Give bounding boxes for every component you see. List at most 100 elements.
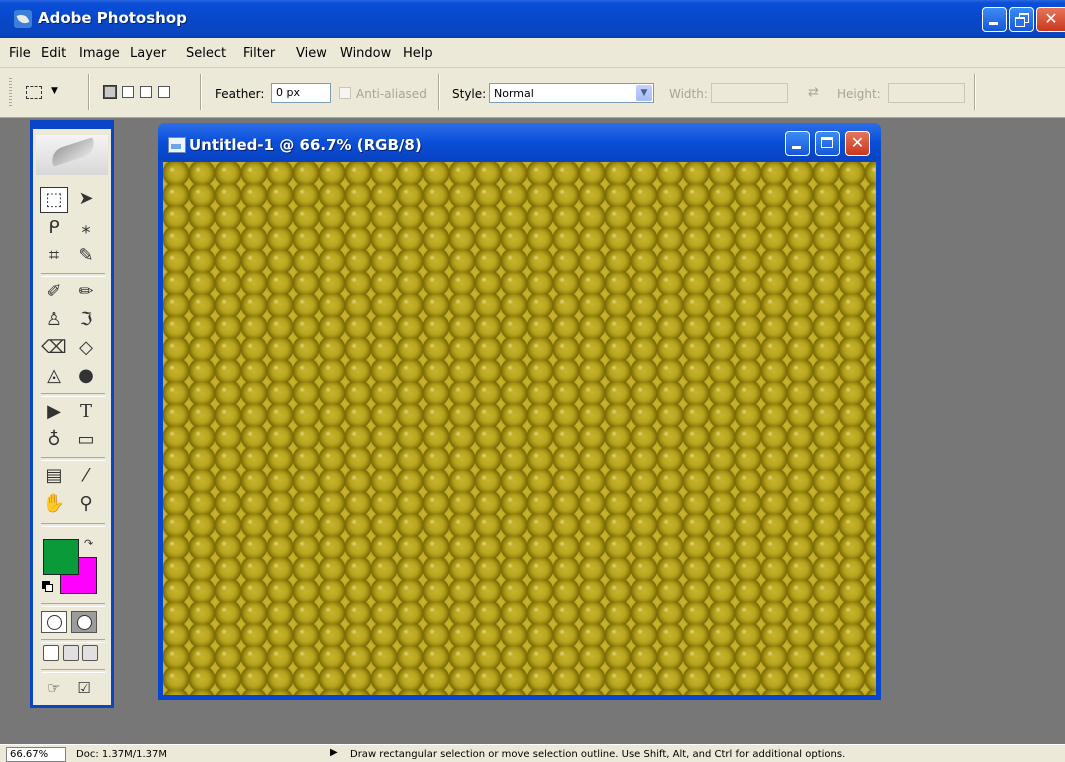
minimize-icon <box>792 146 801 149</box>
foreground-color-swatch[interactable] <box>43 539 79 575</box>
tool-preset-picker[interactable]: ▼ <box>22 82 72 104</box>
swap-colors-icon[interactable]: ↷ <box>84 537 93 550</box>
slice-icon[interactable]: ✎ <box>72 243 100 269</box>
jump-to-imageready-icon[interactable]: ☞ <box>40 675 68 701</box>
close-icon: ✕ <box>850 133 865 152</box>
divider <box>41 523 105 527</box>
feather-input[interactable]: 0 px <box>271 83 331 103</box>
menu-bar: File Edit Image Layer Select Filter View… <box>0 38 1065 68</box>
antialiased-checkbox[interactable] <box>339 87 351 99</box>
zoom-icon[interactable]: ⚲ <box>72 491 100 517</box>
paint-bucket-icon[interactable]: ◇ <box>72 335 100 361</box>
document-titlebar[interactable]: Untitled-1 @ 66.7% (RGB/8) ✕ <box>158 123 881 161</box>
brush-icon[interactable]: ✏ <box>72 279 100 305</box>
app-minimize-button[interactable] <box>982 7 1007 32</box>
close-icon: ✕ <box>1044 9 1058 28</box>
height-input[interactable] <box>888 83 965 103</box>
type-icon[interactable]: T <box>72 399 100 425</box>
standard-mode-button[interactable] <box>41 611 67 633</box>
divider <box>41 457 105 461</box>
clone-stamp-icon[interactable]: ♙ <box>40 307 68 333</box>
divider <box>200 74 202 110</box>
path-selection-icon[interactable]: ▶ <box>40 399 68 425</box>
subtract-from-selection-icon[interactable] <box>140 86 152 98</box>
photoshop-logo-icon <box>14 10 32 28</box>
options-bar: ▼ Feather: 0 px Anti-aliased Style: Norm… <box>0 68 1065 118</box>
standard-screen-mode-icon[interactable] <box>43 645 59 661</box>
imageready-check-icon[interactable]: ☑ <box>70 675 98 701</box>
eraser-icon[interactable]: ⌫ <box>40 335 68 361</box>
status-menu-icon[interactable]: ▶ <box>330 747 338 758</box>
blur-icon[interactable]: ◬ <box>40 363 68 389</box>
full-screen-menu-mode-icon[interactable] <box>63 645 79 661</box>
menu-layer[interactable]: Layer <box>130 46 166 61</box>
menu-file[interactable]: File <box>9 46 31 61</box>
document-icon <box>168 137 186 153</box>
menu-image[interactable]: Image <box>79 46 120 61</box>
style-select[interactable]: Normal ▼ <box>489 83 654 103</box>
move-icon[interactable]: ➤ <box>72 186 100 212</box>
image-canvas[interactable] <box>163 162 876 695</box>
menu-edit[interactable]: Edit <box>41 46 66 61</box>
dodge-icon[interactable]: ● <box>72 363 100 389</box>
document-title: Untitled-1 @ 66.7% (RGB/8) <box>189 136 422 154</box>
width-label: Width: <box>669 87 708 101</box>
new-selection-icon[interactable] <box>103 85 117 99</box>
standard-mode-icon <box>47 615 62 630</box>
rectangle-shape-icon[interactable]: ▭ <box>72 427 100 453</box>
swap-dimensions-icon[interactable]: ⇄ <box>808 85 819 100</box>
document-close-button[interactable]: ✕ <box>845 131 870 156</box>
menu-select[interactable]: Select <box>186 46 226 61</box>
marquee-preset-icon <box>26 86 42 99</box>
divider <box>41 393 105 397</box>
rectangular-marquee-icon[interactable]: ⬚ <box>40 187 68 213</box>
toolbox-header[interactable] <box>36 135 108 175</box>
crop-icon[interactable]: ⌗ <box>40 243 68 269</box>
app-titlebar: Adobe Photoshop ✕ <box>0 0 1065 38</box>
divider <box>41 603 105 607</box>
document-window: Untitled-1 @ 66.7% (RGB/8) ✕ <box>158 123 881 700</box>
default-colors-icon[interactable] <box>42 581 53 592</box>
maximize-icon <box>821 137 833 148</box>
hand-icon[interactable]: ✋ <box>40 491 68 517</box>
status-bar: 66.67% Doc: 1.37M/1.37M ▶ Draw rectangul… <box>0 744 1065 762</box>
divider <box>41 273 105 277</box>
divider <box>88 74 90 110</box>
options-bar-grip[interactable] <box>9 78 12 108</box>
document-minimize-button[interactable] <box>785 131 810 156</box>
zoom-field[interactable]: 66.67% <box>6 747 66 762</box>
antialiased-label: Anti-aliased <box>356 87 427 101</box>
status-hint: Draw rectangular selection or move selec… <box>350 749 846 760</box>
chevron-down-icon: ▼ <box>636 85 652 101</box>
healing-brush-icon[interactable]: ✐ <box>40 279 68 305</box>
notes-icon[interactable]: ▤ <box>40 463 68 489</box>
document-size[interactable]: Doc: 1.37M/1.37M <box>76 748 167 761</box>
height-label: Height: <box>837 87 881 101</box>
feather-logo-icon <box>48 137 98 167</box>
divider <box>41 639 105 643</box>
history-brush-icon[interactable]: ℑ <box>72 307 100 333</box>
add-to-selection-icon[interactable] <box>122 86 134 98</box>
menu-filter[interactable]: Filter <box>243 46 275 61</box>
style-value: Normal <box>494 87 534 100</box>
full-screen-mode-icon[interactable] <box>82 645 98 661</box>
app-restore-button[interactable] <box>1009 7 1034 32</box>
app-close-button[interactable]: ✕ <box>1036 7 1065 32</box>
menu-view[interactable]: View <box>296 46 327 61</box>
lasso-icon[interactable]: ᑭ <box>40 215 68 241</box>
intersect-selection-icon[interactable] <box>158 86 170 98</box>
menu-window[interactable]: Window <box>340 46 391 61</box>
minimize-icon <box>989 22 998 25</box>
pen-icon[interactable]: ♁ <box>40 427 68 453</box>
divider <box>41 669 105 673</box>
magic-wand-icon[interactable]: ⁎ <box>72 215 100 241</box>
eyedropper-icon[interactable]: ⁄ <box>72 463 100 489</box>
style-label: Style: <box>452 87 487 101</box>
restore-icon-front <box>1015 17 1025 27</box>
menu-help[interactable]: Help <box>403 46 433 61</box>
app-title: Adobe Photoshop <box>38 9 187 27</box>
quick-mask-mode-button[interactable] <box>71 611 97 633</box>
width-input[interactable] <box>711 83 788 103</box>
document-maximize-button[interactable] <box>815 131 840 156</box>
divider <box>438 74 440 110</box>
